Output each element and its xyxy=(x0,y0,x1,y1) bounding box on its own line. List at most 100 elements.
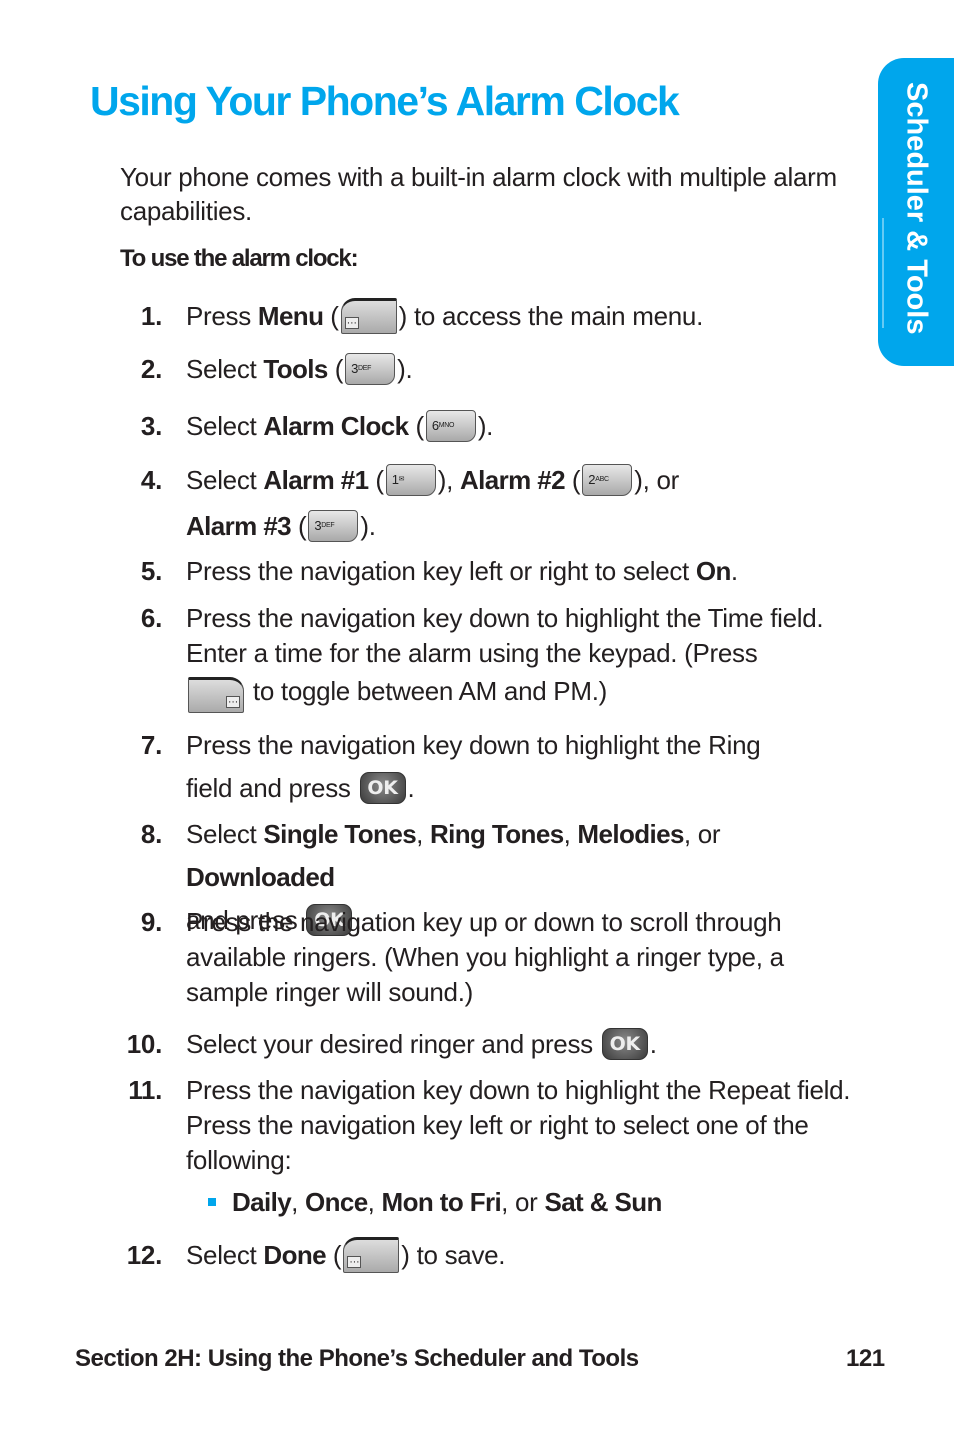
option-daily: Daily xyxy=(232,1187,292,1217)
alarm-clock-label: Alarm Clock xyxy=(263,411,409,441)
ok-key-icon: OK xyxy=(359,772,406,805)
text: , xyxy=(563,819,578,849)
text: ). xyxy=(397,354,413,384)
step-number: 1. xyxy=(140,301,162,331)
option-downloaded: Downloaded xyxy=(186,862,335,892)
key-letters: MNO xyxy=(438,422,455,430)
text: , xyxy=(291,1187,306,1217)
step-text: Press the navigation key up or down to s… xyxy=(186,907,784,1007)
left-softkey-icon: ··· xyxy=(340,298,397,335)
step-text: Press the navigation key left or right t… xyxy=(186,554,866,589)
step-number: 5. xyxy=(140,556,162,586)
text: to toggle between AM and PM.) xyxy=(246,675,607,706)
text: Press the navigation key down to highlig… xyxy=(186,603,824,668)
key-3-icon: 3DEF xyxy=(308,510,359,543)
text: Select xyxy=(186,354,264,384)
left-softkey-icon: ··· xyxy=(343,1237,400,1274)
intro-paragraph: Your phone comes with a built-in alarm c… xyxy=(120,162,837,226)
step-number: 12. xyxy=(126,1240,163,1270)
step-number: 2. xyxy=(140,354,162,384)
bullet-text: Daily, Once, Mon to Fri, or Sat & Sun xyxy=(208,1185,888,1220)
step-number: 4. xyxy=(140,465,162,495)
key-letters: DEF xyxy=(358,365,372,373)
text: Select xyxy=(186,411,264,441)
text: Press the navigation key down to highlig… xyxy=(186,730,761,760)
text: , xyxy=(416,819,430,849)
key-2-icon: 2ABC xyxy=(582,464,633,497)
text: Select your desired ringer and press xyxy=(186,1029,600,1059)
on-label: On xyxy=(695,556,732,586)
alarm-3-label: Alarm #3 xyxy=(186,511,292,541)
dots-glyph: ··· xyxy=(225,696,240,708)
alarm-1-label: Alarm #1 xyxy=(263,465,369,495)
key-1-icon: 1✉ xyxy=(385,464,436,497)
step-text: Press the navigation key down to highlig… xyxy=(186,601,866,715)
step-number: 9. xyxy=(140,907,162,937)
key-letters: ABC xyxy=(595,476,609,484)
text: ( xyxy=(327,354,344,384)
option-melodies: Melodies xyxy=(577,819,684,849)
page-number: 121 xyxy=(846,1345,885,1372)
key-letters: ✉ xyxy=(398,476,405,484)
step-text: Select Alarm Clock (6MNO). xyxy=(186,409,866,444)
footer-section-title: Section 2H: Using the Phone’s Scheduler … xyxy=(75,1345,639,1372)
step-text: Press the navigation key down to highlig… xyxy=(186,1075,851,1175)
text: ), or xyxy=(634,465,680,495)
option-once: Once xyxy=(305,1187,368,1217)
ok-key-icon: OK xyxy=(601,1028,648,1061)
key-digit: 1 xyxy=(391,472,399,488)
text: . xyxy=(730,556,738,586)
procedure-heading: To use the alarm clock: xyxy=(120,245,359,272)
text: ) to save. xyxy=(401,1240,506,1270)
step-number: 6. xyxy=(140,603,162,633)
dots-glyph: ··· xyxy=(344,317,359,330)
text: ( xyxy=(326,1240,342,1270)
text: . xyxy=(407,773,415,803)
text: field and press xyxy=(186,773,358,803)
text: , or xyxy=(501,1187,545,1217)
menu-label: Menu xyxy=(257,301,324,331)
text: ), xyxy=(437,465,460,495)
step-text: Select your desired ringer and press OK. xyxy=(186,1027,866,1062)
text: ( xyxy=(368,465,384,495)
step-text: Press the navigation key down to highlig… xyxy=(186,724,866,810)
text: ( xyxy=(323,301,339,331)
step-text: Select Done (···) to save. xyxy=(186,1237,866,1275)
text: ). xyxy=(477,411,494,441)
step-number: 3. xyxy=(140,411,162,441)
text: , xyxy=(367,1187,382,1217)
text: . xyxy=(649,1029,657,1059)
key-3-icon: 3DEF xyxy=(345,353,396,386)
page-title: Using Your Phone’s Alarm Clock xyxy=(90,78,680,124)
alarm-2-label: Alarm #2 xyxy=(459,465,566,495)
text: Press the navigation key left or right t… xyxy=(186,556,696,586)
step-number: 8. xyxy=(140,819,162,849)
option-mon-to-fri: Mon to Fri xyxy=(381,1187,502,1217)
text: Select xyxy=(186,465,264,495)
done-label: Done xyxy=(263,1240,326,1270)
dots-glyph: ··· xyxy=(347,1256,362,1269)
text: Press xyxy=(186,301,258,331)
tab-divider xyxy=(882,218,884,328)
option-single-tones: Single Tones xyxy=(263,819,417,849)
text: ( xyxy=(291,511,307,541)
key-digit: 6 xyxy=(431,418,439,434)
text: ( xyxy=(408,411,424,441)
text: ( xyxy=(565,465,581,495)
option-ring-tones: Ring Tones xyxy=(429,819,564,849)
bullet-icon xyxy=(208,1198,216,1207)
text: Select xyxy=(186,819,264,849)
step-text: Select Alarm #1 (1✉), Alarm #2 (2ABC), o… xyxy=(186,457,866,549)
tools-label: Tools xyxy=(263,354,328,384)
section-tab: Scheduler & Tools xyxy=(878,58,954,366)
option-sat-sun: Sat & Sun xyxy=(544,1187,662,1217)
step-number: 11. xyxy=(128,1075,162,1105)
text: ) to access the main menu. xyxy=(398,301,704,331)
right-softkey-icon: ··· xyxy=(188,677,244,713)
section-tab-label: Scheduler & Tools xyxy=(900,82,933,335)
step-number: 10. xyxy=(126,1029,163,1059)
step-text: Press Menu ( ··· ) to access the main menu… xyxy=(186,298,866,336)
key-digit: 3 xyxy=(351,361,359,377)
key-6-icon: 6MNO xyxy=(425,410,476,443)
text: ). xyxy=(360,511,376,541)
